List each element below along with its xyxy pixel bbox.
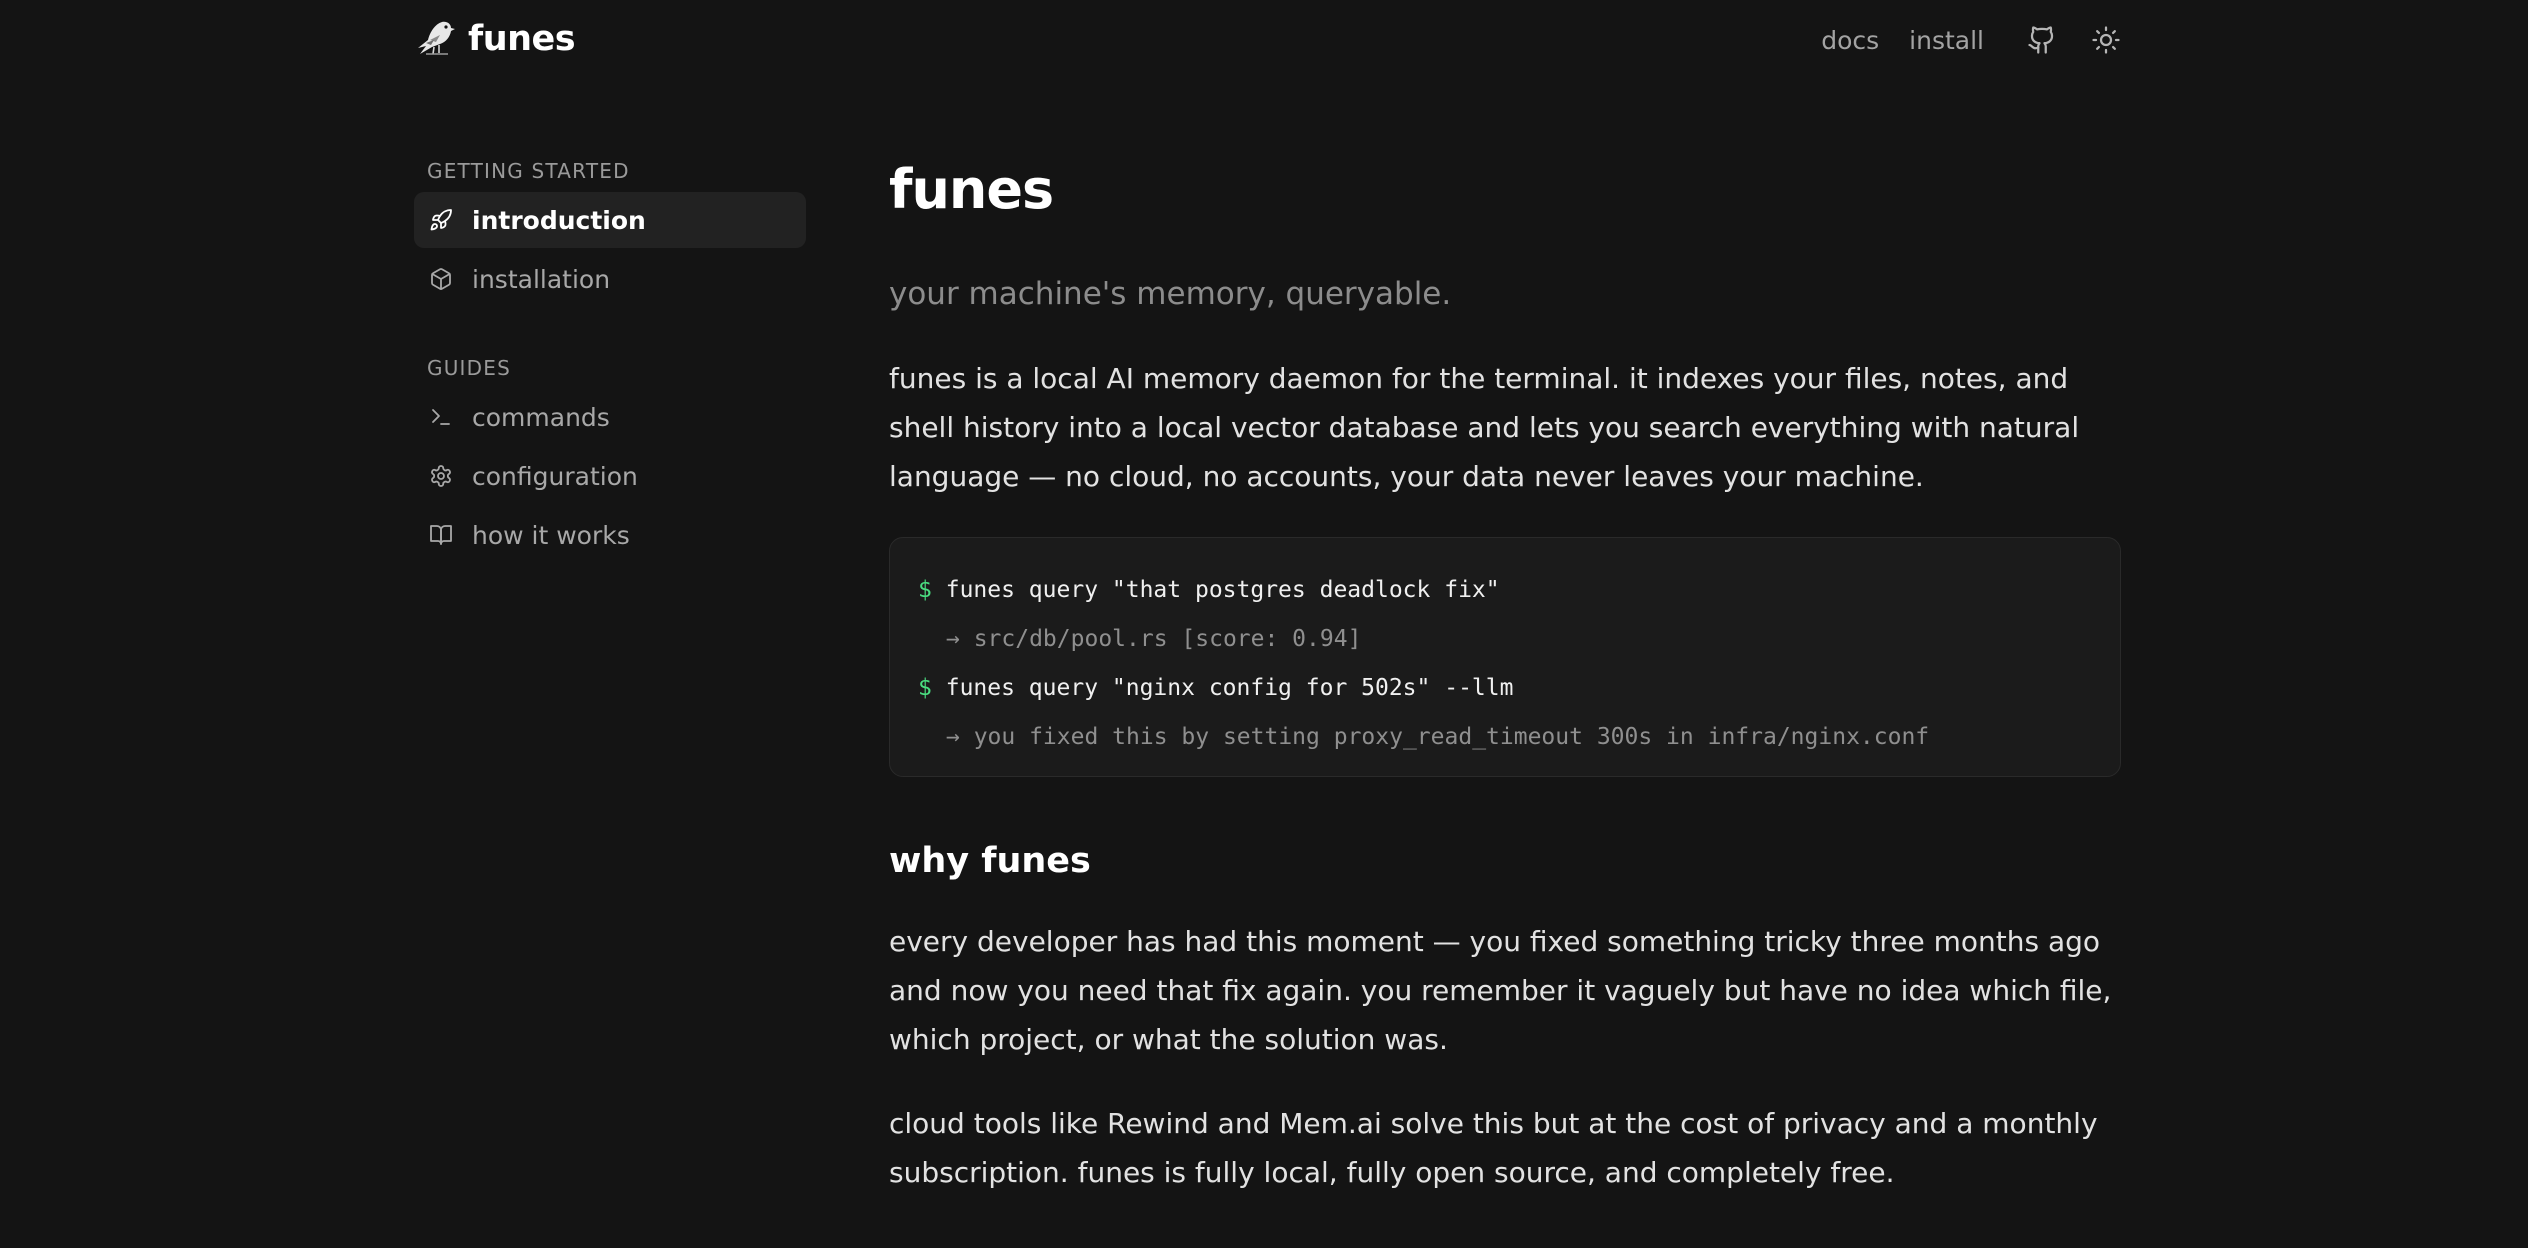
code-command: funes query "that postgres deadlock fix" [945, 577, 1500, 603]
sidebar-item-configuration[interactable]: configuration [414, 448, 806, 504]
sidebar-item-label: configuration [472, 461, 638, 491]
why-paragraph: every developer has had this moment — yo… [889, 925, 2112, 1056]
sidebar-section-getting-started: GETTING STARTED [427, 159, 630, 183]
shell-prompt: $ [918, 577, 932, 603]
section-title-why-funes: why funes [889, 841, 1091, 881]
code-command: funes query "nginx config for 502s" --ll… [945, 675, 1514, 701]
package-icon [428, 266, 454, 292]
intro-paragraph: funes is a local AI memory daemon for th… [889, 362, 2080, 493]
sidebar-item-installation[interactable]: installation [414, 251, 806, 307]
nav-install-link[interactable]: install [1909, 26, 1984, 55]
theme-toggle-button[interactable] [2088, 22, 2124, 58]
book-icon [428, 522, 454, 548]
code-line-command: $ funes query "that postgres deadlock fi… [918, 566, 2092, 615]
sidebar-item-label: introduction [472, 205, 646, 235]
shell-prompt: $ [918, 675, 932, 701]
github-icon [2028, 26, 2054, 54]
sidebar-item-how-it-works[interactable]: how it works [414, 507, 806, 563]
nav-docs-link[interactable]: docs [1821, 26, 1879, 55]
sidebar-item-label: installation [472, 264, 611, 294]
code-line-output: → src/db/pool.rs [score: 0.94] [946, 626, 1362, 652]
code-line-command: $ funes query "nginx config for 502s" --… [918, 664, 2092, 713]
main-content: funes your machine's memory, queryable. … [889, 150, 2121, 1197]
sidebar-item-label: how it works [472, 520, 630, 550]
sidebar-item-introduction[interactable]: introduction [414, 192, 806, 248]
sidebar-item-label: commands [472, 402, 610, 432]
page-tagline: your machine's memory, queryable. [889, 276, 1452, 312]
sidebar-section-guides: GUIDES [427, 356, 511, 380]
sidebar-item-commands[interactable]: commands [414, 389, 806, 445]
brand-name: funes [468, 19, 576, 59]
top-nav: docs install [1821, 18, 2124, 62]
docs-sidebar: GETTING STARTED introduction installatio… [414, 150, 806, 566]
bird-logo-icon [418, 21, 455, 55]
code-example-block: $ funes query "that postgres deadlock fi… [889, 537, 2121, 777]
terminal-icon [428, 404, 454, 430]
why-paragraph: cloud tools like Rewind and Mem.ai solve… [889, 1107, 2098, 1189]
code-line-output: → you fixed this by setting proxy_read_t… [946, 724, 1930, 750]
sun-icon [2092, 26, 2120, 54]
page-title: funes [889, 158, 1054, 221]
rocket-icon [428, 207, 454, 233]
top-header: funes docs install [0, 0, 2528, 80]
brand-home-link[interactable]: funes [412, 16, 576, 62]
gear-icon [428, 463, 454, 489]
github-link[interactable] [2024, 22, 2060, 58]
